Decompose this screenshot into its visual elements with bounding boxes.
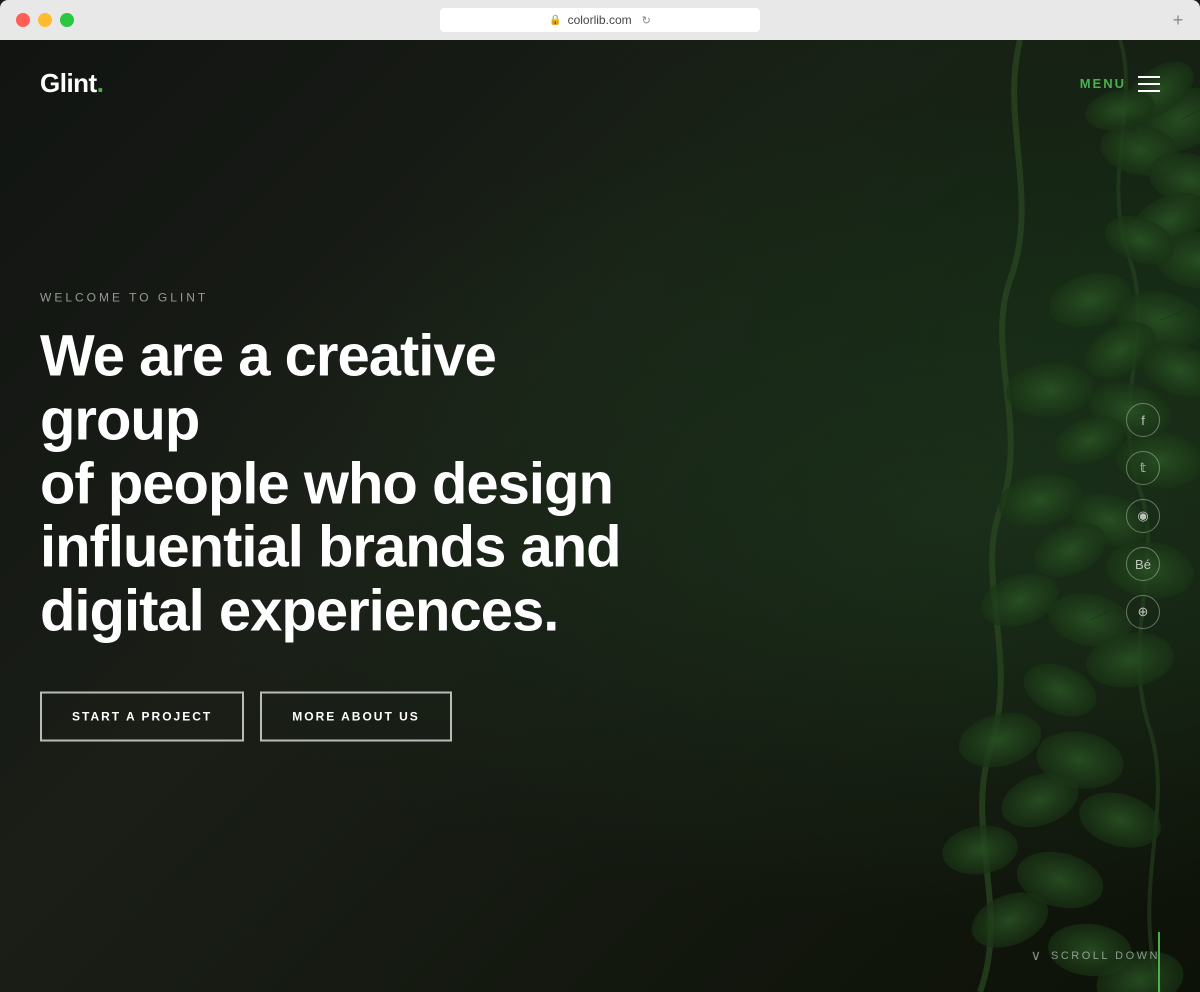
navbar: Glint. MENU (0, 40, 1200, 127)
cta-buttons: START A PROJECT MORE ABOUT US (40, 691, 660, 741)
window-chrome: 🔒 colorlib.com ↻ + (0, 0, 1200, 40)
logo-text: Glint (40, 68, 97, 98)
scroll-down[interactable]: ∨ SCROLL DOWN (1031, 947, 1160, 964)
more-about-us-button[interactable]: MORE ABOUT US (260, 691, 452, 741)
hamburger-line-1 (1138, 76, 1160, 78)
twitter-icon[interactable]: 𝕥 (1126, 451, 1160, 485)
hamburger-menu[interactable] (1138, 76, 1160, 92)
hero-heading-line1: We are a creative group (40, 324, 496, 453)
leaves-illustration (700, 40, 1200, 992)
welcome-label: WELCOME TO GLINT (40, 291, 660, 305)
hamburger-line-2 (1138, 83, 1160, 85)
maximize-button[interactable] (60, 13, 74, 27)
menu-label: MENU (1080, 76, 1126, 91)
close-button[interactable] (16, 13, 30, 27)
address-bar[interactable]: 🔒 colorlib.com ↻ (440, 8, 760, 32)
logo-dot: . (97, 68, 104, 98)
hero-content: WELCOME TO GLINT We are a creative group… (40, 291, 660, 742)
nav-right: MENU (1080, 76, 1160, 92)
url-text: colorlib.com (568, 13, 632, 27)
start-project-button[interactable]: START A PROJECT (40, 691, 244, 741)
refresh-icon[interactable]: ↻ (642, 14, 651, 27)
hero-heading-line2: of people who design (40, 451, 613, 516)
new-tab-button[interactable]: + (1168, 10, 1188, 30)
hero-heading-line4: digital experiences. (40, 579, 558, 644)
scroll-indicator-line (1158, 932, 1160, 992)
hero-heading: We are a creative group of people who de… (40, 325, 660, 644)
instagram-icon[interactable]: ◉ (1126, 499, 1160, 533)
hamburger-line-3 (1138, 90, 1160, 92)
behance-icon[interactable]: Bé (1126, 547, 1160, 581)
facebook-icon[interactable]: f (1126, 403, 1160, 437)
lock-icon: 🔒 (549, 15, 561, 26)
hero-heading-line3: influential brands and (40, 515, 621, 580)
dribbble-icon[interactable]: ⊕ (1126, 595, 1160, 629)
traffic-lights (0, 13, 74, 27)
social-icons: f 𝕥 ◉ Bé ⊕ (1126, 403, 1160, 629)
scroll-chevron-icon: ∨ (1031, 947, 1041, 964)
logo[interactable]: Glint. (40, 68, 103, 99)
website-container: Glint. MENU WELCOME TO GLINT We are a cr… (0, 40, 1200, 992)
minimize-button[interactable] (38, 13, 52, 27)
scroll-down-label: SCROLL DOWN (1051, 950, 1160, 962)
